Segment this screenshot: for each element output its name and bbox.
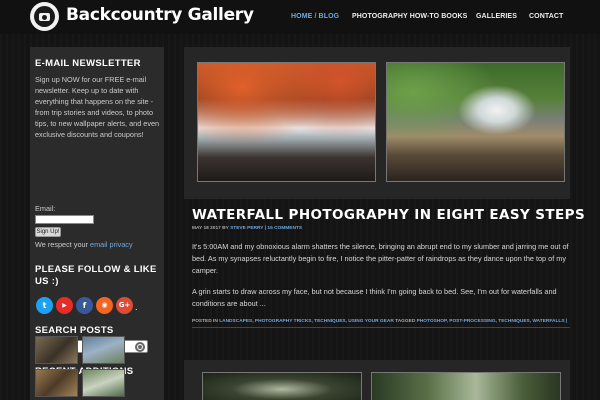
next-post-photo-right[interactable]	[371, 372, 561, 400]
search-title: SEARCH POSTS	[35, 325, 114, 336]
waterfall-photo-green[interactable]	[386, 62, 565, 182]
nav-galleries[interactable]: GALLERIES	[476, 13, 517, 20]
nav-home-blog[interactable]: HOME / BLOG	[291, 13, 339, 20]
nav-photography-books[interactable]: PHOTOGRAPHY HOW-TO BOOKS	[352, 13, 467, 20]
newsletter-description: Sign up NOW for our FREE e-mail newslett…	[35, 75, 160, 139]
nav-contact[interactable]: CONTACT	[529, 13, 563, 20]
post-comments-link[interactable]: 15 COMMENTS	[267, 226, 302, 231]
post-date: MAY 18 2017 BY	[192, 226, 229, 231]
follow-trailing-dot: .	[135, 302, 138, 312]
privacy-link[interactable]: email privacy	[90, 240, 133, 249]
recent-thumb-heron[interactable]	[82, 369, 125, 397]
newsletter-title: E-MAIL NEWSLETTER	[35, 58, 141, 69]
next-post-photo-left[interactable]	[202, 372, 362, 400]
post-paragraph-2: A grin starts to draw across my face, bu…	[192, 287, 557, 308]
waterfall-photo-autumn[interactable]	[197, 62, 376, 182]
post-tags[interactable]: PHOTOSHOP, POST-PROCESSING, TECHNIQUES, …	[417, 319, 568, 324]
sidebar: E-MAIL NEWSLETTER Sign up NOW for our FR…	[30, 47, 164, 400]
search-icon[interactable]	[135, 342, 145, 352]
email-field[interactable]	[35, 215, 94, 224]
recent-thumb-owlets[interactable]	[35, 369, 78, 397]
google-plus-icon[interactable]: G+	[116, 297, 133, 314]
privacy-line: We respect your email privacy	[35, 240, 133, 249]
post-divider	[192, 327, 570, 328]
post-meta: MAY 18 2017 BY STEVE PERRY | 15 COMMENTS	[192, 226, 302, 231]
tagged-label: TAGGED	[395, 319, 416, 324]
post-paragraph-1: It's 5:00AM and my obnoxious alarm shatt…	[192, 242, 569, 275]
post-title[interactable]: WATERFALL PHOTOGRAPHY IN EIGHT EASY STEP…	[192, 207, 585, 223]
social-icons: t ▶ f ◉ G+ .	[36, 297, 162, 315]
follow-title: PLEASE FOLLOW & LIKE US :)	[35, 264, 157, 287]
sign-up-button[interactable]: Sign Up!	[35, 227, 61, 237]
facebook-icon[interactable]: f	[76, 297, 93, 314]
recent-thumb-egret[interactable]	[82, 336, 125, 364]
twitter-icon[interactable]: t	[36, 297, 53, 314]
rss-icon[interactable]: ◉	[96, 297, 113, 314]
email-label: Email:	[35, 204, 56, 213]
post-categories[interactable]: LANDSCAPES, PHOTOGRAPHY TRICKS, TECHNIQU…	[219, 319, 394, 324]
recent-thumb-owls[interactable]	[35, 336, 78, 364]
main-nav: HOME / BLOG PHOTOGRAPHY HOW-TO BOOKS GAL…	[0, 13, 600, 23]
posted-in-label: POSTED IN	[192, 319, 218, 324]
site-header: Backcountry Gallery HOME / BLOG PHOTOGRA…	[0, 0, 600, 34]
post-footer: POSTED IN LANDSCAPES, PHOTOGRAPHY TRICKS…	[192, 319, 567, 324]
privacy-text: We respect your	[35, 240, 88, 249]
youtube-icon[interactable]: ▶	[56, 297, 73, 314]
post-author-link[interactable]: STEVE PERRY	[230, 226, 263, 231]
